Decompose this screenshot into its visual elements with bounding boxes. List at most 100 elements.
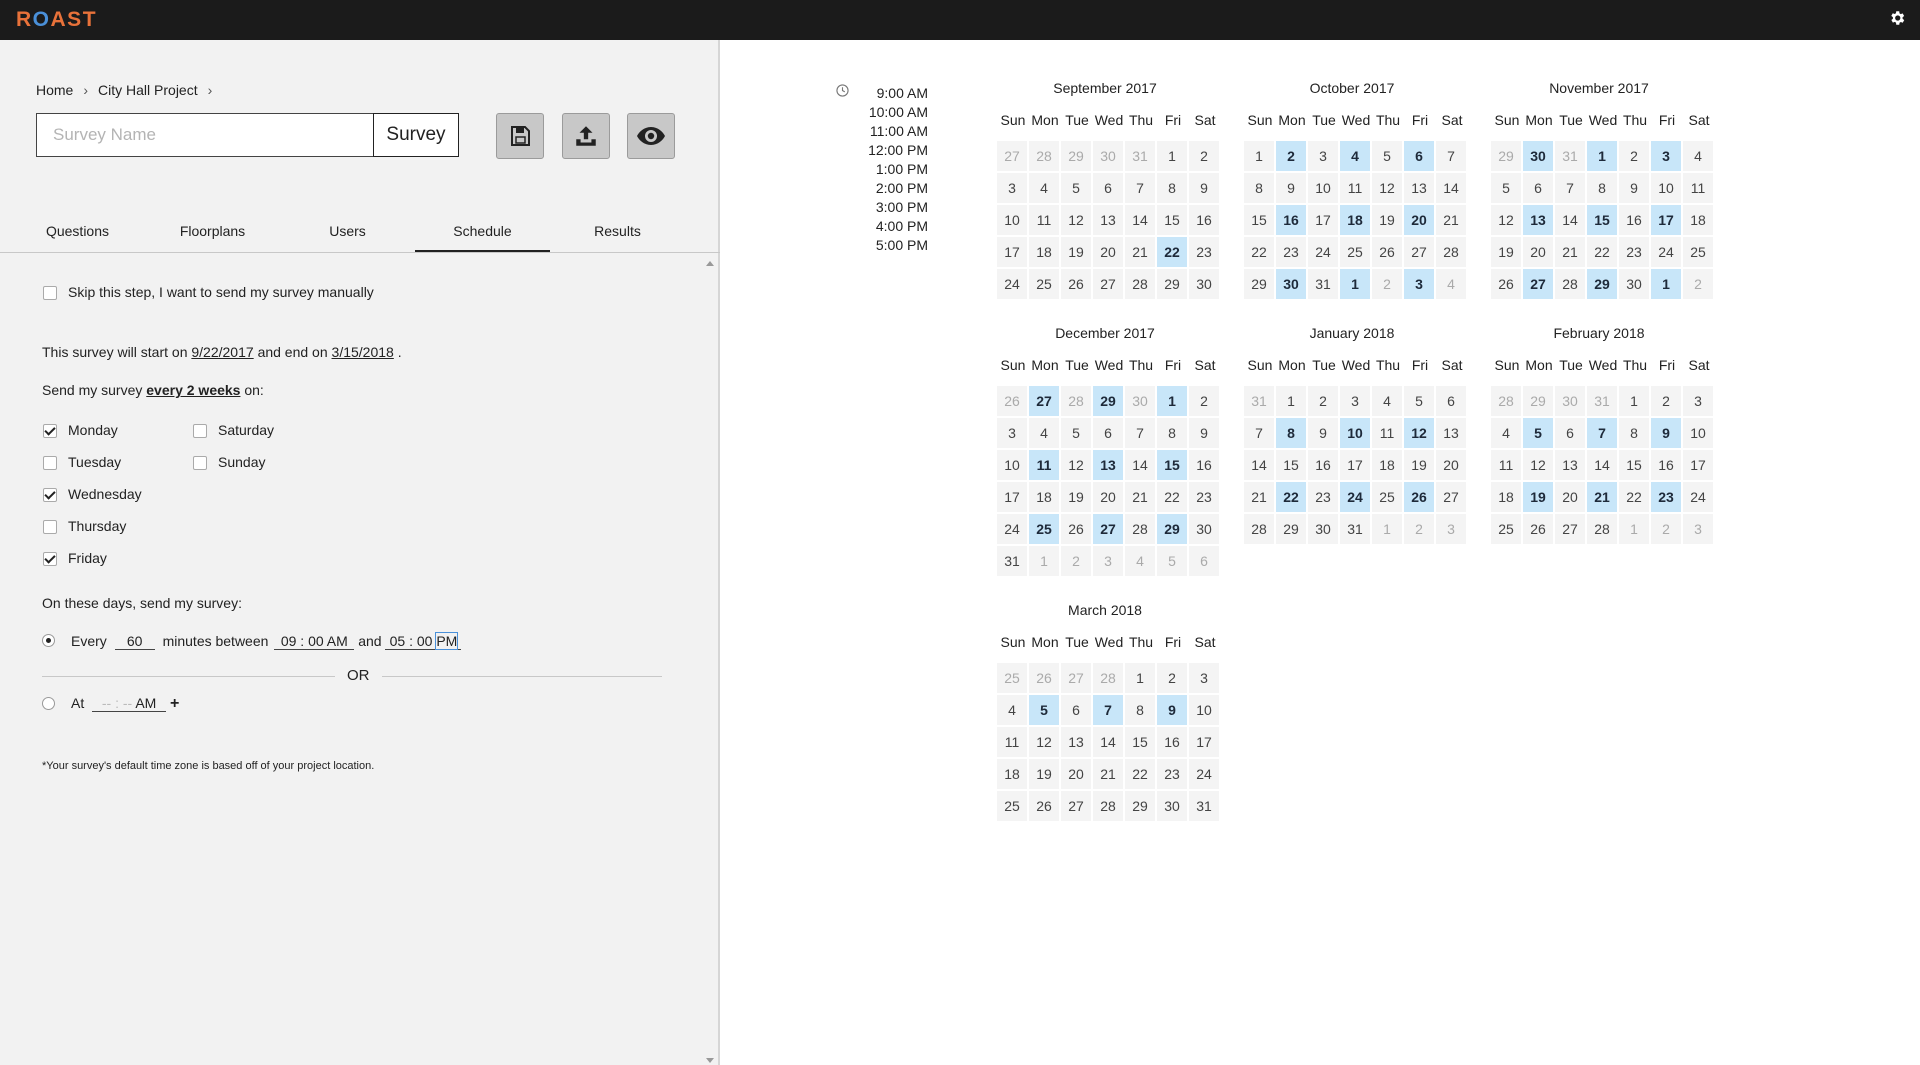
calendar-day[interactable]: 3 — [1189, 663, 1219, 693]
calendar-day[interactable]: 29 — [1276, 514, 1306, 544]
calendar-day[interactable]: 24 — [1189, 759, 1219, 789]
calendar-day[interactable]: 2 — [1189, 386, 1219, 416]
calendar-day[interactable]: 4 — [1029, 418, 1059, 448]
calendar-day[interactable]: 11 — [1029, 205, 1059, 235]
calendar-day[interactable]: 31 — [1340, 514, 1370, 544]
end-hour[interactable]: 05 — [390, 633, 406, 649]
calendar-day[interactable]: 15 — [1125, 727, 1155, 757]
survey-name-input[interactable] — [36, 113, 373, 157]
calendar-day[interactable]: 3 — [1436, 514, 1466, 544]
calendar-day[interactable]: 8 — [1157, 173, 1187, 203]
calendar-day[interactable]: 15 — [1276, 450, 1306, 480]
roast-logo[interactable]: ROAST — [16, 8, 97, 32]
scheduled-day[interactable]: 22 — [1276, 482, 1306, 512]
calendar-day[interactable]: 14 — [1436, 173, 1466, 203]
calendar-day[interactable]: 6 — [1436, 386, 1466, 416]
calendar-day[interactable]: 1 — [1125, 663, 1155, 693]
breadcrumb-project[interactable]: City Hall Project — [98, 82, 198, 98]
calendar-day[interactable]: 29 — [1523, 386, 1553, 416]
calendar-day[interactable]: 17 — [1308, 205, 1338, 235]
calendar-day[interactable]: 28 — [1093, 663, 1123, 693]
calendar-day[interactable]: 21 — [1436, 205, 1466, 235]
friday-checkbox[interactable] — [43, 552, 57, 566]
calendar-day[interactable]: 27 — [1555, 514, 1585, 544]
calendar-day[interactable]: 31 — [1189, 791, 1219, 821]
scheduled-day[interactable]: 13 — [1093, 450, 1123, 480]
calendar-day[interactable]: 26 — [1061, 514, 1091, 544]
calendar-day[interactable]: 23 — [1619, 237, 1649, 267]
scheduled-day[interactable]: 26 — [1404, 482, 1434, 512]
scheduled-day[interactable]: 18 — [1340, 205, 1370, 235]
calendar-day[interactable]: 3 — [997, 418, 1027, 448]
monday-checkbox[interactable] — [43, 424, 57, 438]
calendar-day[interactable]: 28 — [1555, 269, 1585, 299]
calendar-day[interactable]: 10 — [1308, 173, 1338, 203]
scheduled-day[interactable]: 29 — [1587, 269, 1617, 299]
calendar-day[interactable]: 12 — [1061, 205, 1091, 235]
calendar-day[interactable]: 5 — [1372, 141, 1402, 171]
calendar-day[interactable]: 9 — [1189, 173, 1219, 203]
calendar-day[interactable]: 28 — [1436, 237, 1466, 267]
every-interval-radio[interactable] — [42, 634, 55, 647]
calendar-day[interactable]: 10 — [1651, 173, 1681, 203]
calendar-day[interactable]: 26 — [1029, 663, 1059, 693]
scheduled-day[interactable]: 23 — [1651, 482, 1681, 512]
calendar-day[interactable]: 21 — [1125, 482, 1155, 512]
calendar-day[interactable]: 30 — [1189, 514, 1219, 544]
calendar-day[interactable]: 2 — [1651, 514, 1681, 544]
calendar-day[interactable]: 13 — [1436, 418, 1466, 448]
calendar-day[interactable]: 30 — [1157, 791, 1187, 821]
calendar-day[interactable]: 12 — [1523, 450, 1553, 480]
calendar-day[interactable]: 2 — [1651, 386, 1681, 416]
calendar-day[interactable]: 19 — [1491, 237, 1521, 267]
calendar-day[interactable]: 1 — [1029, 546, 1059, 576]
calendar-day[interactable]: 3 — [1340, 386, 1370, 416]
calendar-day[interactable]: 16 — [1308, 450, 1338, 480]
calendar-day[interactable]: 14 — [1555, 205, 1585, 235]
calendar-day[interactable]: 23 — [1308, 482, 1338, 512]
tab-users[interactable]: Users — [280, 210, 415, 252]
calendar-day[interactable]: 22 — [1244, 237, 1274, 267]
start-time-input[interactable]: 09 : 00 AM — [274, 633, 355, 650]
calendar-day[interactable]: 16 — [1189, 450, 1219, 480]
calendar-day[interactable]: 14 — [1125, 205, 1155, 235]
minutes-input[interactable]: 60 — [114, 633, 155, 650]
calendar-day[interactable]: 23 — [1157, 759, 1187, 789]
calendar-day[interactable]: 1 — [1619, 386, 1649, 416]
scheduled-day[interactable]: 11 — [1029, 450, 1059, 480]
calendar-day[interactable]: 31 — [1244, 386, 1274, 416]
at-time-radio[interactable] — [42, 697, 55, 710]
calendar-day[interactable]: 8 — [1125, 695, 1155, 725]
scheduled-day[interactable]: 12 — [1404, 418, 1434, 448]
scheduled-day[interactable]: 6 — [1404, 141, 1434, 171]
scheduled-day[interactable]: 1 — [1651, 269, 1681, 299]
calendar-day[interactable]: 31 — [1125, 141, 1155, 171]
calendar-day[interactable]: 25 — [997, 663, 1027, 693]
scheduled-day[interactable]: 29 — [1157, 514, 1187, 544]
calendar-day[interactable]: 25 — [1029, 269, 1059, 299]
calendar-day[interactable]: 12 — [1372, 173, 1402, 203]
calendar-day[interactable]: 10 — [1189, 695, 1219, 725]
calendar-day[interactable]: 6 — [1555, 418, 1585, 448]
calendar-day[interactable]: 3 — [1683, 514, 1713, 544]
end-time-input[interactable]: 05 : 00 PM — [385, 632, 462, 650]
calendar-day[interactable]: 24 — [997, 269, 1027, 299]
calendar-day[interactable]: 21 — [1244, 482, 1274, 512]
scheduled-day[interactable]: 27 — [1523, 269, 1553, 299]
calendar-day[interactable]: 20 — [1555, 482, 1585, 512]
end-ampm[interactable]: PM — [435, 632, 459, 650]
calendar-day[interactable]: 26 — [1061, 269, 1091, 299]
calendar-day[interactable]: 1 — [1276, 386, 1306, 416]
calendar-day[interactable]: 30 — [1125, 386, 1155, 416]
scheduled-day[interactable]: 10 — [1340, 418, 1370, 448]
calendar-day[interactable]: 14 — [1125, 450, 1155, 480]
calendar-day[interactable]: 18 — [1372, 450, 1402, 480]
calendar-day[interactable]: 28 — [1587, 514, 1617, 544]
start-date-link[interactable]: 9/22/2017 — [191, 344, 253, 360]
calendar-day[interactable]: 5 — [1491, 173, 1521, 203]
preview-button[interactable] — [627, 113, 675, 159]
calendar-day[interactable]: 10 — [1683, 418, 1713, 448]
calendar-day[interactable]: 22 — [1587, 237, 1617, 267]
calendar-day[interactable]: 6 — [1523, 173, 1553, 203]
calendar-day[interactable]: 19 — [1061, 482, 1091, 512]
